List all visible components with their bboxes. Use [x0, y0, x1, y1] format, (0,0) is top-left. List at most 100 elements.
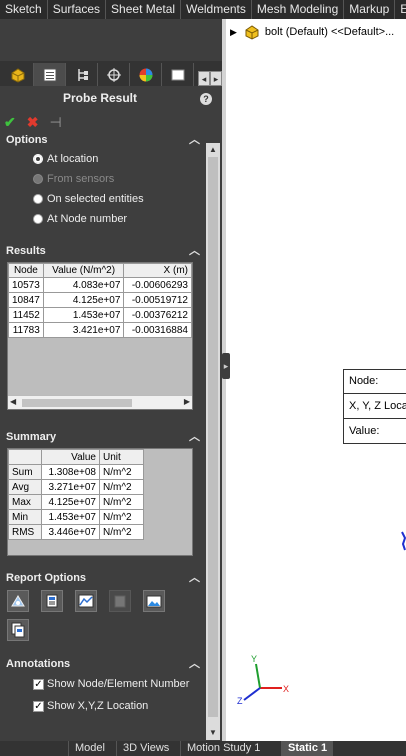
plot-icon — [78, 594, 94, 608]
chevron-up-icon[interactable]: ︿ — [189, 133, 200, 147]
cell-unit: N/m^2 — [99, 464, 144, 480]
horizontal-scrollbar[interactable]: ◀ ▶ — [8, 395, 192, 409]
radio-on-selected-entities[interactable]: On selected entities — [0, 189, 206, 209]
feature-tree-flyout[interactable]: ▶ bolt (Default) <<Default>... — [230, 24, 394, 40]
chevron-up-icon[interactable]: ︿ — [189, 571, 200, 585]
radio-at-node-number[interactable]: At Node number — [0, 209, 206, 229]
vertical-scrollbar[interactable]: ▲ ▼ — [206, 143, 220, 740]
scroll-up-icon[interactable]: ▲ — [206, 143, 220, 157]
tab-static-1[interactable]: Static 1 — [281, 741, 334, 756]
column-header-unit: Unit — [99, 449, 144, 465]
manager-tabs: ◂ ▸ — [0, 61, 222, 86]
show-xyz-location-checkbox[interactable]: ✓ Show X,Y,Z Location — [0, 695, 206, 717]
column-header-node[interactable]: Node — [8, 263, 44, 278]
tab-sheet-metal[interactable]: Sheet Metal — [106, 0, 182, 19]
row-label: Avg — [8, 479, 42, 495]
save-image-button[interactable] — [143, 590, 165, 612]
save-to-file-button[interactable] — [41, 590, 63, 612]
table-row: RMS 3.446e+07 N/m^2 — [8, 524, 144, 540]
tab-mesh-modeling[interactable]: Mesh Modeling — [252, 0, 345, 19]
group-title: Summary — [6, 431, 57, 443]
tab-weldments[interactable]: Weldments — [181, 0, 252, 19]
tab-scroll-right-icon[interactable]: ▸ — [210, 71, 222, 86]
triad-y-label: Y — [251, 654, 257, 664]
column-header-x[interactable]: X (m) — [123, 263, 192, 278]
configuration-manager-tab[interactable] — [66, 63, 98, 86]
summary-table-container: Value Unit Sum 1.308e+08 N/m^2 Avg 3.271… — [7, 448, 193, 556]
simulation-tab[interactable] — [162, 63, 194, 86]
help-icon[interactable]: ? — [200, 93, 212, 105]
table-row[interactable]: 11452 1.453e+07 -0.00376212 — [8, 307, 192, 323]
expand-arrow-icon[interactable]: ▶ — [230, 27, 237, 38]
triad-z-label: Z — [237, 696, 243, 706]
report-options-header[interactable]: Report Options ︿ — [0, 569, 206, 587]
cell-unit: N/m^2 — [99, 479, 144, 495]
simulation-icon — [171, 69, 184, 80]
scroll-thumb[interactable] — [22, 399, 132, 407]
copy-icon — [11, 622, 25, 638]
page-title: Probe Result — [62, 91, 137, 105]
save-image-icon — [146, 595, 162, 608]
cancel-button[interactable]: ✖ — [27, 115, 39, 130]
checkbox-checked-icon: ✓ — [33, 678, 44, 690]
table-row[interactable]: 10573 4.083e+07 -0.00606293 — [8, 277, 192, 293]
property-manager-tab[interactable] — [34, 63, 66, 86]
options-header[interactable]: Options ︿ — [0, 131, 206, 149]
scroll-right-icon[interactable]: ▶ — [184, 397, 190, 406]
coordinate-triad-icon: X Y Z — [237, 654, 289, 706]
plot-button[interactable] — [75, 590, 97, 612]
cell-node: 11783 — [8, 322, 44, 338]
tab-model[interactable]: Model — [68, 741, 111, 756]
results-table-container: Node Value (N/m^2) X (m) 10573 4.083e+07… — [7, 262, 193, 410]
display-manager-tab[interactable] — [130, 63, 162, 86]
table-row[interactable]: 11783 3.421e+07 -0.00316884 — [8, 322, 192, 338]
property-manager-panel: ◂ ▸ Probe Result ? ✔ ✖ ⊣ ▲ ▼ Options ︿ A… — [0, 19, 222, 741]
column-header-value[interactable]: Value (N/m^2) — [42, 263, 125, 278]
part-icon — [11, 67, 24, 83]
cell-node: 10847 — [8, 292, 44, 308]
scroll-thumb[interactable] — [208, 157, 218, 717]
show-node-element-number-checkbox[interactable]: ✓ Show Node/Element Number — [0, 673, 206, 695]
feature-tree-tab[interactable] — [2, 63, 34, 86]
chevron-up-icon[interactable]: ︿ — [189, 657, 200, 671]
summary-header[interactable]: Summary ︿ — [0, 428, 206, 446]
scroll-left-icon[interactable]: ◀ — [10, 397, 16, 406]
tab-sketch[interactable]: Sketch — [0, 0, 48, 19]
results-table: Node Value (N/m^2) X (m) 10573 4.083e+07… — [8, 263, 192, 338]
radio-at-location[interactable]: At location — [0, 149, 206, 169]
tab-evaluate[interactable]: Ev — [395, 0, 406, 19]
save-as-sensor-button[interactable] — [7, 590, 29, 612]
cell-unit: N/m^2 — [99, 524, 144, 540]
column-header-value: Value — [41, 449, 100, 465]
checkbox-label: Show X,Y,Z Location — [47, 700, 149, 712]
save-to-report-icon — [114, 595, 126, 608]
radio-label: On selected entities — [47, 193, 144, 205]
dimxpert-manager-tab[interactable] — [98, 63, 130, 86]
tab-3d-views[interactable]: 3D Views — [116, 741, 175, 756]
tab-scroll-left-icon[interactable]: ◂ — [198, 71, 210, 86]
summary-group: Summary ︿ Value Unit Sum 1.308e+08 N/m^2 — [0, 428, 206, 562]
annotations-header[interactable]: Annotations ︿ — [0, 655, 206, 673]
tab-markup[interactable]: Markup — [344, 0, 396, 19]
tab-motion-study-1[interactable]: Motion Study 1 — [180, 741, 266, 756]
panel-splitter[interactable] — [222, 19, 226, 741]
chevron-up-icon[interactable]: ︿ — [189, 244, 200, 258]
collapse-panel-handle[interactable]: ▸ — [222, 353, 230, 379]
property-manager-icon — [43, 68, 56, 81]
radio-selected-icon — [33, 154, 43, 164]
table-row: Max 4.125e+07 N/m^2 — [8, 494, 144, 510]
tab-scroll-arrows: ◂ ▸ — [198, 71, 222, 86]
chevron-up-icon[interactable]: ︿ — [189, 430, 200, 444]
copy-button[interactable] — [7, 619, 29, 641]
ok-button[interactable]: ✔ — [4, 115, 16, 130]
pin-button[interactable]: ⊣ — [49, 115, 61, 130]
table-row[interactable]: 10847 4.125e+07 -0.00519712 — [8, 292, 192, 308]
cell-value: 3.421e+07 — [42, 322, 125, 338]
checkbox-checked-icon: ✓ — [33, 700, 44, 712]
tab-surfaces[interactable]: Surfaces — [48, 0, 107, 19]
results-header[interactable]: Results ︿ — [0, 242, 206, 260]
tree-item-label: bolt (Default) <<Default>... — [264, 26, 395, 38]
scroll-down-icon[interactable]: ▼ — [206, 726, 220, 740]
summary-table: Value Unit Sum 1.308e+08 N/m^2 Avg 3.271… — [8, 449, 144, 540]
radio-label: At Node number — [47, 213, 128, 225]
